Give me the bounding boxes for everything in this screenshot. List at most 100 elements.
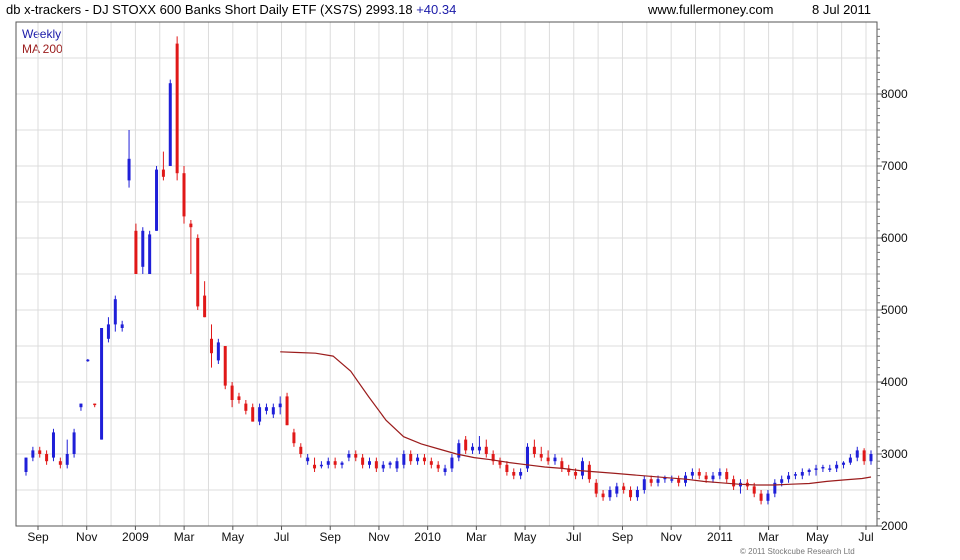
candle-body bbox=[264, 407, 268, 411]
candle-body bbox=[340, 462, 344, 465]
x-tick-label: Mar bbox=[466, 530, 487, 544]
candle-body bbox=[725, 472, 729, 480]
x-tick-label: May bbox=[514, 530, 537, 544]
candle-body bbox=[209, 338, 213, 354]
x-tick-label: Nov bbox=[661, 530, 682, 544]
x-tick-label: Nov bbox=[76, 530, 97, 544]
candle-body bbox=[656, 479, 660, 483]
x-tick-label: Sep bbox=[612, 530, 634, 544]
candle-body bbox=[155, 169, 159, 231]
candle-body bbox=[814, 468, 818, 470]
candle-body bbox=[471, 446, 475, 451]
candle-body bbox=[443, 468, 447, 472]
candle-body bbox=[100, 328, 104, 440]
candle-body bbox=[855, 450, 859, 458]
candle-body bbox=[168, 83, 172, 166]
candle-body bbox=[704, 475, 708, 480]
candle-body bbox=[58, 461, 62, 465]
candle-body bbox=[752, 486, 756, 494]
candle-body bbox=[787, 475, 791, 480]
candle-body bbox=[677, 479, 681, 483]
candle-body bbox=[793, 474, 797, 476]
candle-body bbox=[615, 486, 619, 494]
candle-body bbox=[367, 461, 371, 465]
candle-body bbox=[223, 346, 227, 386]
x-tick-label: Mar bbox=[174, 530, 195, 544]
candle-body bbox=[409, 454, 413, 462]
x-tick-label: Sep bbox=[320, 530, 342, 544]
candle-body bbox=[347, 454, 351, 458]
x-tick-label: Jul bbox=[566, 530, 581, 544]
candle-body bbox=[79, 403, 83, 408]
candle-body bbox=[780, 479, 784, 483]
y-tick-label: 4000 bbox=[881, 375, 908, 389]
candle-body bbox=[842, 462, 846, 465]
x-tick-label: Mar bbox=[758, 530, 779, 544]
y-tick-label: 7000 bbox=[881, 159, 908, 173]
candle-body bbox=[594, 482, 598, 494]
candle-body bbox=[718, 472, 722, 476]
candle-body bbox=[196, 238, 200, 307]
candle-body bbox=[65, 454, 69, 465]
candle-body bbox=[395, 461, 399, 469]
candle-body bbox=[422, 457, 426, 462]
candle-body bbox=[546, 457, 550, 462]
candle-body bbox=[553, 457, 557, 462]
candle-body bbox=[608, 490, 612, 498]
candle-body bbox=[484, 446, 488, 454]
candle-body bbox=[216, 342, 220, 361]
candle-body bbox=[532, 446, 536, 454]
candle-body bbox=[38, 450, 42, 454]
candle-body bbox=[560, 461, 564, 469]
candle-body bbox=[697, 472, 701, 476]
candle-body bbox=[821, 466, 825, 469]
price-chart: 2000 3000 4000 5000 6000 7000 8000 Sep Nov 2009 Ma… bbox=[15, 21, 908, 544]
candle-body bbox=[690, 472, 694, 476]
candle-body bbox=[244, 403, 248, 411]
candle-body bbox=[828, 468, 832, 470]
y-tick-label: 2000 bbox=[881, 519, 908, 533]
candle-body bbox=[120, 324, 124, 328]
candle-body bbox=[622, 486, 626, 490]
candle-body bbox=[278, 403, 282, 408]
candle-body bbox=[416, 457, 420, 462]
candle-body bbox=[306, 457, 310, 462]
candle-body bbox=[72, 432, 76, 454]
candle-body bbox=[862, 450, 866, 462]
y-tick-label: 6000 bbox=[881, 231, 908, 245]
copyright-notice: © 2011 Stockcube Research Ltd bbox=[740, 547, 855, 556]
candle-body bbox=[539, 454, 543, 458]
candle-body bbox=[361, 457, 365, 465]
candle-body bbox=[319, 464, 323, 467]
candle-body bbox=[732, 479, 736, 487]
candle-body bbox=[182, 173, 186, 217]
candle-body bbox=[512, 472, 516, 476]
candle-body bbox=[711, 475, 715, 480]
x-tick-label: May bbox=[806, 530, 829, 544]
candle-body bbox=[333, 461, 337, 465]
candle-body bbox=[635, 490, 639, 498]
candle-body bbox=[45, 454, 49, 462]
candle-body bbox=[24, 457, 28, 472]
y-tick-label: 8000 bbox=[881, 87, 908, 101]
candle-body bbox=[766, 493, 770, 501]
candle-body bbox=[374, 461, 378, 469]
candle-body bbox=[251, 407, 255, 422]
candle-body bbox=[835, 464, 839, 469]
candle-body bbox=[113, 299, 117, 325]
candle-body bbox=[161, 169, 165, 177]
candle-body bbox=[402, 454, 406, 465]
candle-body bbox=[477, 446, 481, 451]
candle-body bbox=[649, 479, 653, 483]
x-tick-label: 2010 bbox=[414, 530, 441, 544]
candle-body bbox=[354, 454, 358, 458]
candle-body bbox=[93, 403, 97, 406]
candle-body bbox=[601, 493, 605, 498]
x-tick-label: Sep bbox=[27, 530, 49, 544]
candle-body bbox=[31, 450, 35, 458]
x-tick-label: 2009 bbox=[122, 530, 149, 544]
y-tick-label: 3000 bbox=[881, 447, 908, 461]
candle-body bbox=[388, 462, 392, 465]
candle-body bbox=[869, 454, 873, 462]
candle-body bbox=[464, 439, 468, 451]
